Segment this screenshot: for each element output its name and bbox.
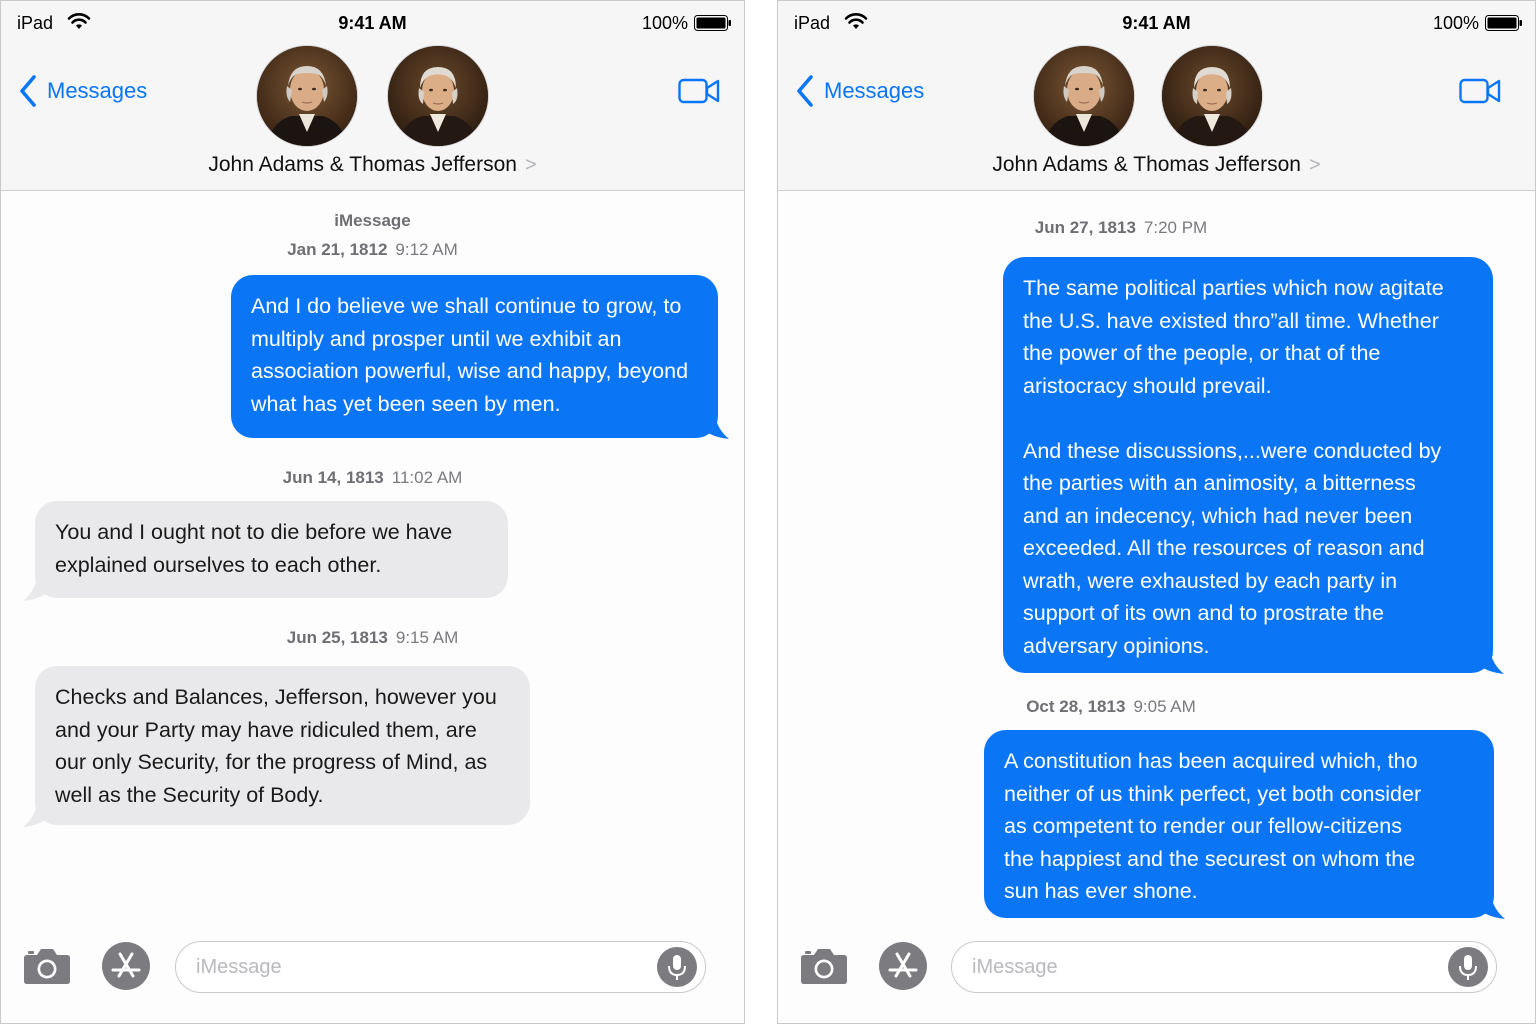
message-bubble-received[interactable]: Checks and Balances, Jefferson, however …	[35, 666, 530, 825]
back-button[interactable]: Messages	[794, 73, 924, 109]
portrait-adams-icon	[257, 46, 357, 146]
input-placeholder: iMessage	[972, 956, 1058, 978]
message-bubble-sent[interactable]: And I do believe we shall continue to gr…	[231, 275, 718, 438]
portrait-adams-icon	[1034, 46, 1134, 146]
facetime-video-button[interactable]	[1459, 77, 1501, 105]
app-store-button[interactable]	[101, 941, 151, 991]
bubble-tail-received	[23, 803, 49, 827]
battery-icon	[1485, 15, 1522, 31]
facetime-video-button[interactable]	[678, 77, 720, 105]
avatar-john-adams[interactable]	[1033, 45, 1135, 147]
timestamp-label: Jan 21, 1812 9:12 AM	[287, 240, 458, 259]
back-button[interactable]: Messages	[17, 73, 147, 109]
status-time: 9:41 AM	[338, 13, 407, 33]
timestamp-label: Jun 27, 1813 7:20 PM	[1034, 218, 1208, 237]
avatar-thomas-jefferson[interactable]	[1161, 45, 1263, 147]
microphone-icon	[668, 955, 686, 980]
timestamp-label: Jun 14, 1813 11:02 AM	[282, 468, 463, 487]
video-camera-icon	[1459, 78, 1501, 104]
battery-percent: 100%	[641, 13, 688, 33]
message-composer: iMessage	[1, 931, 744, 1003]
app-store-icon	[102, 942, 150, 990]
status-bar: iPad 9:41 AM 100%	[1, 9, 744, 37]
bubble-tail-sent	[1478, 650, 1504, 674]
message-bubble-sent[interactable]: The same political parties which now agi…	[1003, 257, 1493, 673]
chevron-right-icon: >	[524, 154, 537, 176]
avatar-john-adams[interactable]	[256, 45, 358, 147]
status-bar: iPad 9:41 AM 100%	[778, 9, 1535, 37]
dictation-button[interactable]	[657, 947, 697, 987]
ipad-screen-right: iPad 9:41 AM 100% Messages John Adams & …	[777, 0, 1536, 1024]
portrait-jefferson-icon	[388, 46, 488, 146]
ipad-screen-left: iPad 9:41 AM 100% Messages John Adams & …	[0, 0, 745, 1024]
battery-icon	[694, 15, 731, 31]
chevron-right-icon: >	[1308, 154, 1321, 176]
service-label: iMessage	[334, 211, 411, 230]
camera-icon	[24, 949, 70, 984]
dictation-button[interactable]	[1448, 947, 1488, 987]
contact-name: John Adams & Thomas Jefferson	[992, 153, 1301, 176]
back-label: Messages	[824, 78, 925, 103]
status-time: 9:41 AM	[1122, 13, 1191, 33]
bubble-tail-received	[23, 577, 49, 601]
input-placeholder: iMessage	[196, 956, 282, 978]
message-bubble-received[interactable]: You and I ought not to die before we hav…	[35, 501, 508, 598]
imessage-input[interactable]: iMessage	[951, 941, 1497, 993]
message-bubble-sent[interactable]: A constitution has been acquired which, …	[984, 730, 1494, 918]
back-chevron-icon	[797, 75, 813, 107]
timestamp-label: Oct 28, 1813 9:05 AM	[1026, 697, 1196, 716]
camera-icon	[801, 949, 847, 984]
camera-button[interactable]	[23, 945, 71, 985]
timestamp-label: Jun 25, 1813 9:15 AM	[286, 628, 459, 647]
bubble-tail-sent	[1479, 895, 1505, 919]
video-camera-icon	[678, 78, 720, 104]
app-store-icon	[879, 942, 927, 990]
app-store-button[interactable]	[878, 941, 928, 991]
bubble-tail-sent	[703, 415, 729, 439]
battery-percent: 100%	[1432, 13, 1479, 33]
contact-name: John Adams & Thomas Jefferson	[208, 153, 517, 176]
avatar-thomas-jefferson[interactable]	[387, 45, 489, 147]
camera-button[interactable]	[800, 945, 848, 985]
contact-name-button[interactable]: John Adams & Thomas Jefferson >	[1, 153, 744, 177]
message-composer: iMessage	[778, 931, 1535, 1003]
conversation-header: iPad 9:41 AM 100% Messages John Adams & …	[778, 1, 1535, 191]
imessage-input[interactable]: iMessage	[175, 941, 706, 993]
conversation-header: iPad 9:41 AM 100% Messages John Adams & …	[1, 1, 744, 191]
contact-name-button[interactable]: John Adams & Thomas Jefferson >	[778, 153, 1535, 177]
portrait-jefferson-icon	[1162, 46, 1262, 146]
microphone-icon	[1459, 955, 1477, 980]
back-chevron-icon	[20, 75, 36, 107]
back-label: Messages	[47, 78, 148, 103]
